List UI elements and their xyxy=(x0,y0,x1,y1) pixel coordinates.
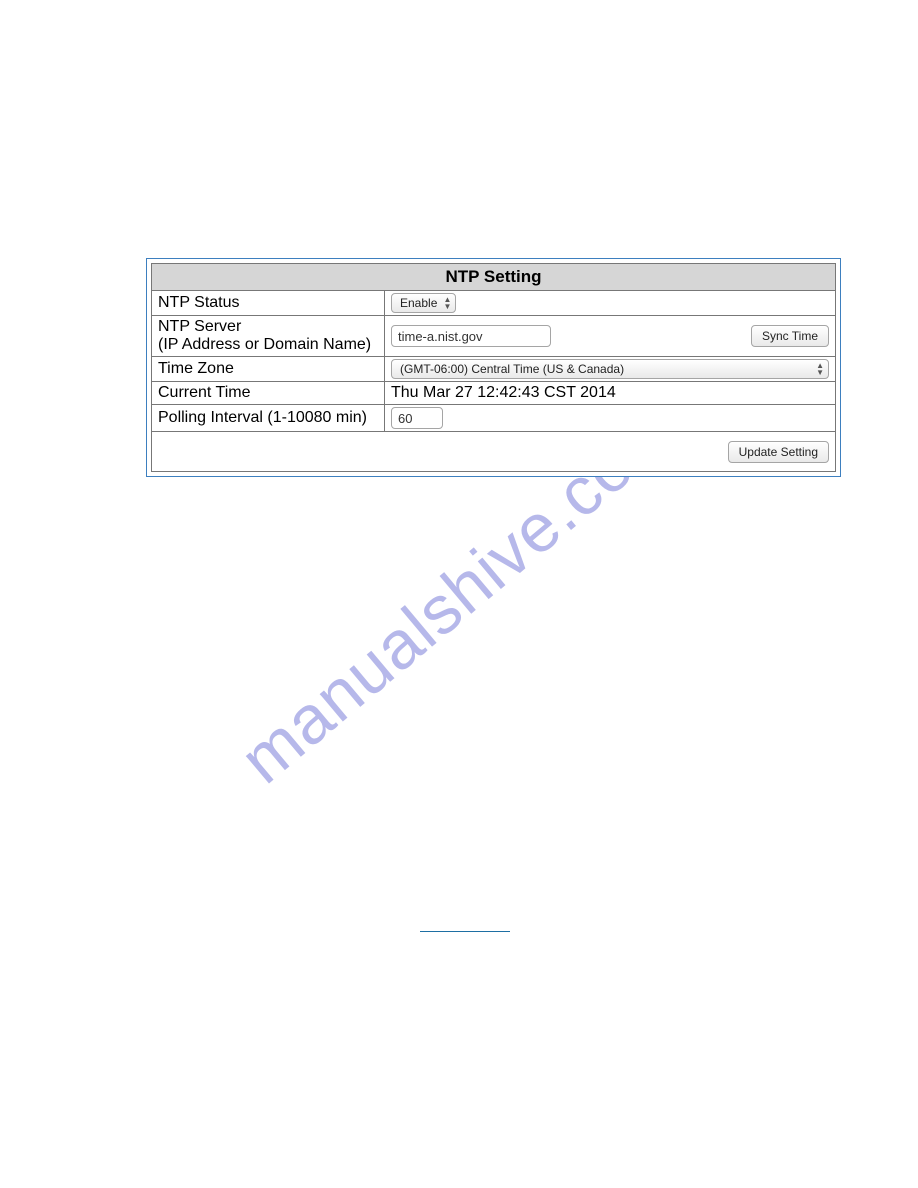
panel-title: NTP Setting xyxy=(152,264,836,291)
page-divider xyxy=(420,931,510,932)
polling-interval-label: Polling Interval (1-10080 min) xyxy=(152,405,385,432)
polling-interval-input[interactable] xyxy=(391,407,443,429)
ntp-server-label-line2: (IP Address or Domain Name) xyxy=(158,336,371,353)
current-time-value: Thu Mar 27 12:42:43 CST 2014 xyxy=(385,382,836,405)
ntp-server-label-line1: NTP Server xyxy=(158,318,241,335)
ntp-settings-table: NTP Setting NTP Status Enable ▲▼ NTP Ser… xyxy=(151,263,836,472)
ntp-status-value: Enable xyxy=(400,295,437,311)
ntp-server-input[interactable] xyxy=(391,325,551,347)
timezone-value: (GMT-06:00) Central Time (US & Canada) xyxy=(400,361,624,377)
ntp-status-label: NTP Status xyxy=(152,291,385,316)
chevron-updown-icon: ▲▼ xyxy=(443,296,451,310)
ntp-settings-panel: NTP Setting NTP Status Enable ▲▼ NTP Ser… xyxy=(146,258,841,477)
chevron-updown-icon: ▲▼ xyxy=(816,362,824,376)
ntp-server-label: NTP Server (IP Address or Domain Name) xyxy=(152,316,385,357)
timezone-label: Time Zone xyxy=(152,357,385,382)
current-time-label: Current Time xyxy=(152,382,385,405)
update-setting-button[interactable]: Update Setting xyxy=(728,441,829,463)
timezone-select[interactable]: (GMT-06:00) Central Time (US & Canada) ▲… xyxy=(391,359,829,379)
sync-time-button[interactable]: Sync Time xyxy=(751,325,829,347)
ntp-status-select[interactable]: Enable ▲▼ xyxy=(391,293,456,313)
